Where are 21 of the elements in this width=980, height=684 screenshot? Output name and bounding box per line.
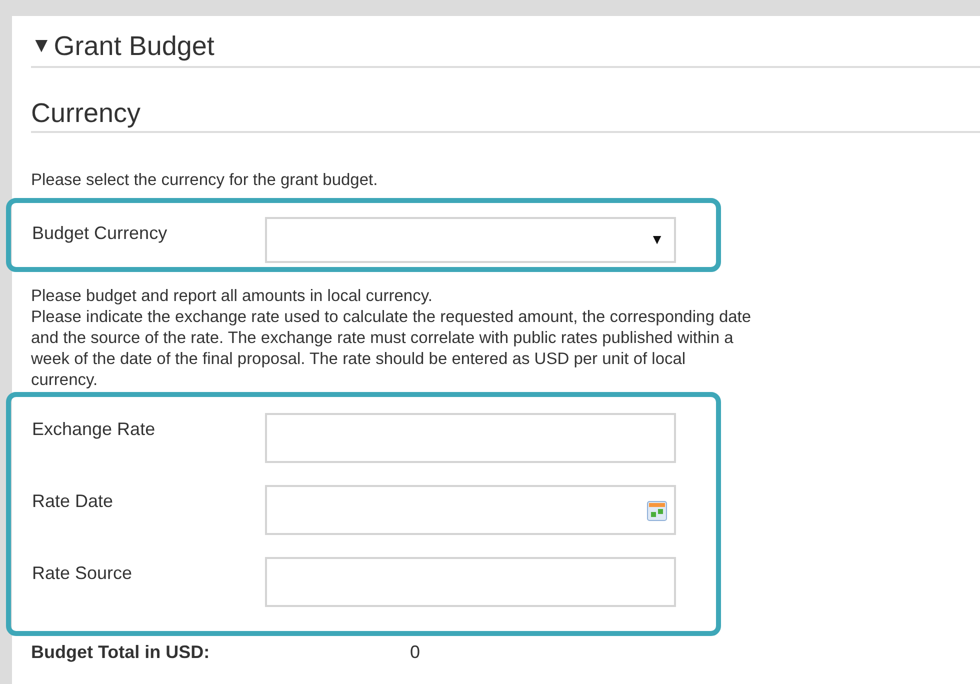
input-field[interactable] xyxy=(265,413,676,463)
instruction-text: Please indicate the exchange rate used to calculate the requested amount, the corresponding date xyxy=(31,307,752,328)
currency-dropdown[interactable]: ▼ xyxy=(265,217,676,263)
field-label: Rate Date xyxy=(32,491,114,512)
section-heading: Grant Budget xyxy=(54,30,214,62)
instruction-text: Please select the currency for the grant budget. xyxy=(31,171,379,190)
field-label: Exchange Rate xyxy=(32,419,156,440)
total-label: Budget Total in USD: xyxy=(31,642,211,663)
calendar-icon[interactable] xyxy=(647,501,667,521)
instruction-text: week of the date of the final proposal. The rate should be entered as USD per unit of local xyxy=(31,349,687,370)
instruction-text: Please budget and report all amounts in local currency. xyxy=(31,286,434,307)
instruction-text: and the source of the rate. The exchange rate must correlate with public rates published within a xyxy=(31,328,734,349)
total-value: 0 xyxy=(410,642,420,663)
collapse-toggle[interactable]: ▼ xyxy=(31,34,52,58)
input-field[interactable] xyxy=(265,557,676,607)
field-label: Budget Currency xyxy=(32,223,168,244)
field-label: Rate Source xyxy=(32,563,134,584)
subsection-heading: Currency xyxy=(31,98,141,128)
caret-icon: ▼ xyxy=(650,231,664,247)
instruction-text: currency. xyxy=(31,370,99,391)
date-field[interactable] xyxy=(265,485,676,535)
